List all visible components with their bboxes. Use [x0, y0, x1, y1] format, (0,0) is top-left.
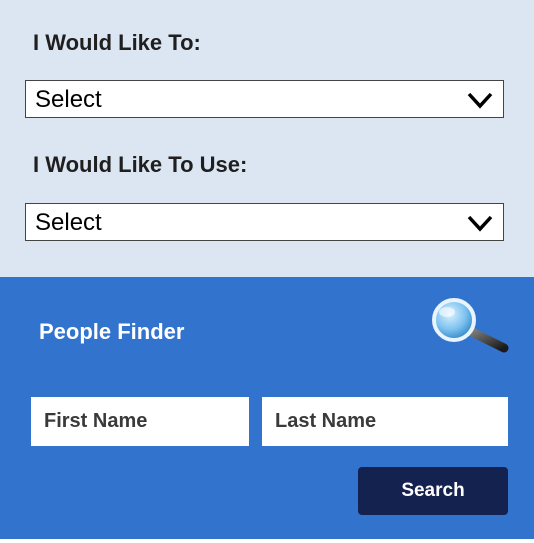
- first-name-input[interactable]: [31, 397, 249, 446]
- selector-section: I Would Like To: Select I Would Like To …: [0, 0, 534, 277]
- search-button[interactable]: Search: [358, 467, 508, 515]
- would-like-to-use-select[interactable]: Select: [25, 203, 504, 241]
- quick-links-panel: I Would Like To: Select I Would Like To …: [0, 0, 534, 543]
- would-like-to-use-label: I Would Like To Use:: [33, 152, 248, 177]
- select-value: Select: [35, 86, 102, 113]
- magnifier-icon: [432, 298, 509, 353]
- people-finder-title: People Finder: [39, 319, 185, 344]
- chevron-down-icon: [467, 215, 493, 232]
- would-like-to-select[interactable]: Select: [25, 80, 504, 118]
- chevron-down-icon: [467, 92, 493, 109]
- select-value: Select: [35, 209, 102, 236]
- people-finder-section: People Finder Search: [0, 277, 534, 539]
- would-like-to-label: I Would Like To:: [33, 30, 201, 55]
- last-name-input[interactable]: [262, 397, 508, 446]
- bottom-divider: [0, 539, 534, 543]
